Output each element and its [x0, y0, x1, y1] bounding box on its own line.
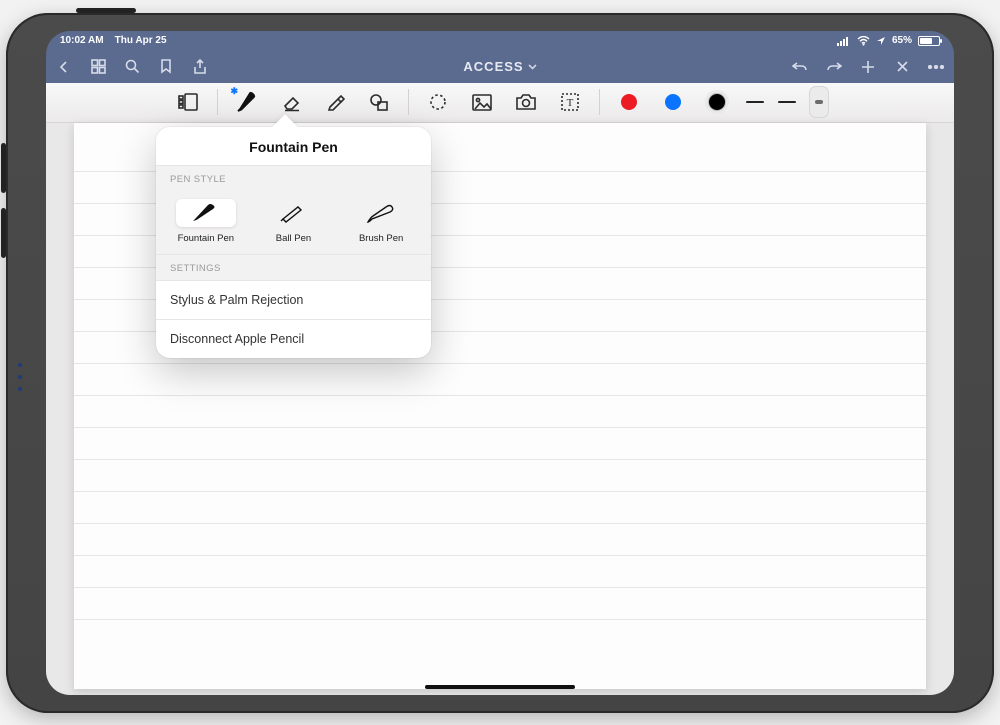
share-button[interactable] — [192, 59, 208, 75]
ipad-device-frame: 10:02 AM Thu Apr 25 65% A — [6, 13, 994, 713]
screen: 10:02 AM Thu Apr 25 65% A — [46, 31, 954, 695]
pen-popover: Fountain Pen PEN STYLE Fountain Pen Ball… — [156, 127, 431, 358]
stylus-palm-rejection-row[interactable]: Stylus & Palm Rejection — [156, 280, 431, 319]
lasso-tool[interactable] — [423, 87, 453, 117]
stroke-thick[interactable] — [810, 87, 828, 117]
color-blue[interactable] — [658, 87, 688, 117]
pen-option-label: Ball Pen — [276, 233, 311, 244]
pen-option-label: Brush Pen — [359, 233, 403, 244]
toolbar-divider — [599, 89, 600, 115]
nav-right — [792, 59, 944, 75]
pen-tool[interactable]: ✱ — [232, 87, 262, 117]
text-tool[interactable]: T — [555, 87, 585, 117]
fountain-pen-icon — [176, 199, 236, 227]
settings-label: SETTINGS — [156, 254, 431, 280]
highlighter-tool[interactable] — [320, 87, 350, 117]
battery-percent: 65% — [892, 35, 912, 46]
nav-title-label: ACCESS — [463, 59, 523, 74]
grid-button[interactable] — [90, 59, 106, 75]
tool-bar: ✱ T — [46, 83, 954, 123]
wifi-icon — [857, 36, 870, 46]
status-left: 10:02 AM Thu Apr 25 — [60, 35, 167, 46]
camera-tool[interactable] — [511, 87, 541, 117]
more-button[interactable] — [928, 59, 944, 75]
cellular-icon — [837, 36, 851, 46]
popover-title: Fountain Pen — [156, 127, 431, 165]
nav-bar: ACCESS — [46, 51, 954, 83]
status-right: 65% — [837, 35, 940, 46]
home-indicator[interactable] — [425, 685, 575, 689]
nav-title[interactable]: ACCESS — [463, 59, 536, 74]
pen-option-ball[interactable]: Ball Pen — [253, 199, 333, 244]
close-button[interactable] — [894, 59, 910, 75]
location-icon — [876, 36, 886, 46]
pen-option-brush[interactable]: Brush Pen — [341, 199, 421, 244]
status-time: 10:02 AM — [60, 35, 104, 46]
redo-button[interactable] — [826, 59, 842, 75]
stroke-medium[interactable] — [778, 87, 796, 117]
status-bar: 10:02 AM Thu Apr 25 65% — [46, 31, 954, 51]
color-black[interactable] — [702, 87, 732, 117]
bookmark-button[interactable] — [158, 59, 174, 75]
pen-option-label: Fountain Pen — [178, 233, 235, 244]
shapes-tool[interactable] — [364, 87, 394, 117]
pen-option-fountain[interactable]: Fountain Pen — [166, 199, 246, 244]
disconnect-pencil-row[interactable]: Disconnect Apple Pencil — [156, 319, 431, 358]
search-button[interactable] — [124, 59, 140, 75]
toolbar-divider — [217, 89, 218, 115]
battery-icon — [918, 36, 940, 46]
svg-text:T: T — [566, 97, 573, 109]
ball-pen-icon — [263, 199, 323, 227]
undo-button[interactable] — [792, 59, 808, 75]
chevron-down-icon — [528, 62, 537, 71]
image-tool[interactable] — [467, 87, 497, 117]
color-red[interactable] — [614, 87, 644, 117]
pen-style-row: Fountain Pen Ball Pen Brush Pen — [156, 191, 431, 254]
status-date: Thu Apr 25 — [115, 35, 167, 46]
nav-left — [56, 59, 208, 75]
thumbnails-tool[interactable] — [173, 87, 203, 117]
bluetooth-icon: ✱ — [231, 86, 239, 97]
stroke-thin[interactable] — [746, 87, 764, 117]
back-button[interactable] — [56, 59, 72, 75]
pen-style-label: PEN STYLE — [156, 165, 431, 191]
toolbar-divider — [408, 89, 409, 115]
eraser-tool[interactable] — [276, 87, 306, 117]
add-button[interactable] — [860, 59, 876, 75]
brush-pen-icon — [351, 199, 411, 227]
